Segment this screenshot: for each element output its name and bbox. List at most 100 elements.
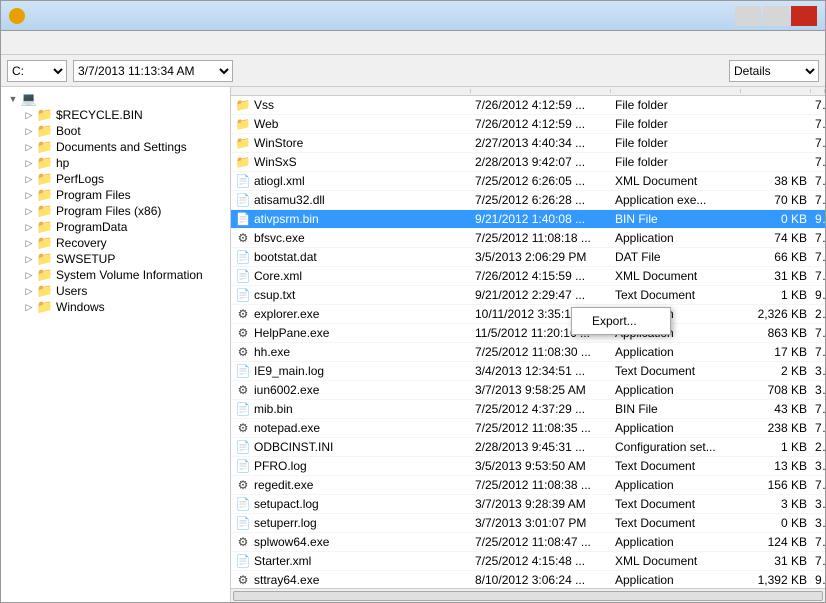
table-row[interactable]: ⚙ splwow64.exe 7/25/2012 11:08:47 ... Ap… (231, 533, 825, 552)
tree-item[interactable]: ▷ 📁 Recovery (1, 235, 230, 251)
menu-help[interactable] (21, 41, 37, 45)
table-row[interactable]: 📄 Starter.xml 7/25/2012 4:15:48 ... XML … (231, 552, 825, 571)
table-row[interactable]: ⚙ hh.exe 7/25/2012 11:08:30 ... Applicat… (231, 343, 825, 362)
table-row[interactable]: ⚙ regedit.exe 7/25/2012 11:08:38 ... App… (231, 476, 825, 495)
exe-icon: ⚙ (235, 345, 251, 359)
file-created-cell: 9/21/2012 1... (811, 287, 825, 303)
drive-selector[interactable]: C: (7, 60, 67, 82)
date-selector[interactable]: 3/7/2013 11:13:34 AM (73, 60, 233, 82)
table-row[interactable]: 📄 atiogl.xml 7/25/2012 6:26:05 ... XML D… (231, 172, 825, 191)
table-row[interactable]: 📁 WinStore 2/27/2013 4:40:34 ... File fo… (231, 134, 825, 153)
file-name-cell: ⚙ HelpPane.exe (231, 325, 471, 341)
h-scrollbar[interactable] (233, 591, 823, 601)
context-menu: Export... (571, 307, 671, 335)
folder-icon: 📁 (37, 220, 53, 234)
context-menu-item[interactable]: Export... (572, 310, 670, 332)
file-icon: 📄 (235, 497, 251, 511)
file-date-cell: 7/25/2012 4:15:48 ... (471, 553, 611, 569)
file-list[interactable]: 📁 Vss 7/26/2012 4:12:59 ... File folder … (231, 96, 825, 588)
folder-icon: 📁 (37, 284, 53, 298)
table-row[interactable]: 📄 ODBCINST.INI 2/28/2013 9:45:31 ... Con… (231, 438, 825, 457)
tree-item[interactable]: ▷ 📁 System Volume Information (1, 267, 230, 283)
h-scrollbar-area (231, 588, 825, 602)
file-name-label: Core.xml (254, 269, 302, 283)
file-name-cell: ⚙ iun6002.exe (231, 382, 471, 398)
menu-file[interactable] (5, 41, 21, 45)
table-row[interactable]: 📄 ativpsrm.bin 9/21/2012 1:40:08 ... BIN… (231, 210, 825, 229)
table-row[interactable]: 📄 atisamu32.dll 7/25/2012 6:26:28 ... Ap… (231, 191, 825, 210)
table-row[interactable]: ⚙ explorer.exe 10/11/2012 3:35:16 ... Ap… (231, 305, 825, 324)
table-row[interactable]: ⚙ bfsvc.exe 7/25/2012 11:08:18 ... Appli… (231, 229, 825, 248)
tree-expander: ▷ (21, 158, 37, 169)
exe-icon: ⚙ (235, 231, 251, 245)
tree-item[interactable]: ▷ 📁 Boot (1, 123, 230, 139)
file-header (231, 87, 825, 96)
tree-item-label: Users (56, 284, 87, 298)
table-row[interactable]: 📄 IE9_main.log 3/4/2013 12:34:51 ... Tex… (231, 362, 825, 381)
file-name-cell: 📄 setupact.log (231, 496, 471, 512)
window-controls (735, 6, 817, 26)
close-button[interactable] (791, 6, 817, 26)
file-name-label: hh.exe (254, 345, 290, 359)
tree-item[interactable]: ▷ 📁 ProgramData (1, 219, 230, 235)
file-date-cell: 7/25/2012 6:26:28 ... (471, 192, 611, 208)
table-row[interactable]: 📁 WinSxS 2/28/2013 9:42:07 ... File fold… (231, 153, 825, 172)
folder-icon: 📁 (235, 136, 251, 150)
file-name-cell: 📄 ODBCINST.INI (231, 439, 471, 455)
toolbar: C: 3/7/2013 11:13:34 AM Details (1, 55, 825, 87)
tree-item[interactable]: ▷ 📁 $RECYCLE.BIN (1, 107, 230, 123)
file-size-cell: 863 KB (741, 325, 811, 341)
file-name-cell: ⚙ explorer.exe (231, 306, 471, 322)
file-type-cell: Application (611, 344, 741, 360)
table-row[interactable]: 📄 setuperr.log 3/7/2013 3:01:07 PM Text … (231, 514, 825, 533)
table-row[interactable]: ⚙ HelpPane.exe 11/5/2012 11:20:16 ... Ap… (231, 324, 825, 343)
exe-icon: ⚙ (235, 535, 251, 549)
table-row[interactable]: 📄 csup.txt 9/21/2012 2:29:47 ... Text Do… (231, 286, 825, 305)
file-name-cell: 📄 IE9_main.log (231, 363, 471, 379)
tree-item[interactable]: ▷ 📁 PerfLogs (1, 171, 230, 187)
file-size-cell: 238 KB (741, 420, 811, 436)
file-name-label: ODBCINST.INI (254, 440, 333, 454)
table-row[interactable]: 📄 mib.bin 7/25/2012 4:37:29 ... BIN File… (231, 400, 825, 419)
folder-icon: 📁 (37, 108, 53, 122)
file-size-cell (741, 123, 811, 125)
maximize-button[interactable] (763, 6, 789, 26)
table-row[interactable]: 📄 setupact.log 3/7/2013 9:28:39 AM Text … (231, 495, 825, 514)
tree-root[interactable]: ▼ 💻 (1, 91, 230, 107)
file-name-cell: 📄 Core.xml (231, 268, 471, 284)
tree-item-label: System Volume Information (56, 268, 203, 282)
tree-item-label: Boot (56, 124, 81, 138)
tree-item[interactable]: ▷ 📁 SWSETUP (1, 251, 230, 267)
minimize-button[interactable] (735, 6, 761, 26)
table-row[interactable]: 📁 Web 7/26/2012 4:12:59 ... File folder … (231, 115, 825, 134)
table-row[interactable]: ⚙ notepad.exe 7/25/2012 11:08:35 ... App… (231, 419, 825, 438)
table-row[interactable]: 📄 Core.xml 7/26/2012 4:15:59 ... XML Doc… (231, 267, 825, 286)
file-name-label: sttray64.exe (254, 573, 319, 587)
file-type-cell: Text Document (611, 287, 741, 303)
file-type-cell: Application (611, 230, 741, 246)
file-name-label: IE9_main.log (254, 364, 324, 378)
file-created-cell: 7/25/2012 6... (811, 192, 825, 208)
root-expander: ▼ (5, 94, 21, 104)
file-created-cell: 7/26/2012 1... (811, 154, 825, 170)
tree-item[interactable]: ▷ 📁 Users (1, 283, 230, 299)
file-name-cell: ⚙ notepad.exe (231, 420, 471, 436)
file-panel: 📁 Vss 7/26/2012 4:12:59 ... File folder … (231, 87, 825, 602)
tree-item[interactable]: ▷ 📁 Documents and Settings (1, 139, 230, 155)
tree-item[interactable]: ▷ 📁 Windows (1, 299, 230, 315)
file-name-label: setuperr.log (254, 516, 317, 530)
file-date-cell: 9/21/2012 2:29:47 ... (471, 287, 611, 303)
view-selector[interactable]: Details (729, 60, 819, 82)
table-row[interactable]: ⚙ iun6002.exe 3/7/2013 9:58:25 AM Applic… (231, 381, 825, 400)
table-row[interactable]: 📄 PFRO.log 3/5/2013 9:53:50 AM Text Docu… (231, 457, 825, 476)
tree-item[interactable]: ▷ 📁 Program Files (1, 187, 230, 203)
file-size-cell: 1 KB (741, 287, 811, 303)
table-row[interactable]: 📁 Vss 7/26/2012 4:12:59 ... File folder … (231, 96, 825, 115)
tree-item[interactable]: ▷ 📁 hp (1, 155, 230, 171)
table-row[interactable]: 📄 bootstat.dat 3/5/2013 2:06:29 PM DAT F… (231, 248, 825, 267)
tree-item[interactable]: ▷ 📁 Program Files (x86) (1, 203, 230, 219)
tree-item-label: SWSETUP (56, 252, 115, 266)
file-size-cell (741, 104, 811, 106)
table-row[interactable]: ⚙ sttray64.exe 8/10/2012 3:06:24 ... App… (231, 571, 825, 588)
folder-icon: 📁 (37, 140, 53, 154)
